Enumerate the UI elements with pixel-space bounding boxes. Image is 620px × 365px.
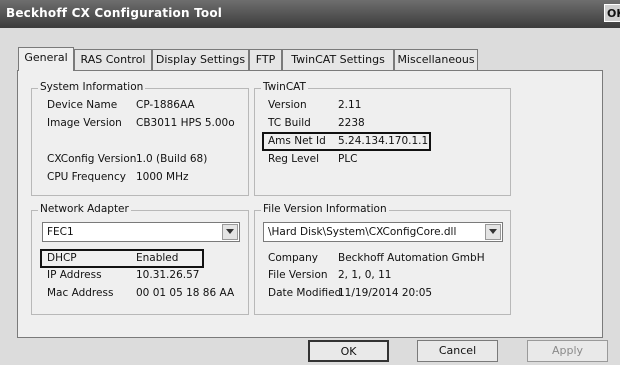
title-ok-button[interactable]: OK	[604, 4, 620, 22]
network-adapter-group: Network Adapter FEC1 DHCP Enabled IP Add…	[31, 203, 249, 315]
company-label: Company	[268, 252, 318, 264]
twincat-version-label: Version	[268, 99, 307, 111]
file-version-group: File Version Information \Hard Disk\Syst…	[254, 203, 511, 315]
ams-net-id-label: Ams Net Id	[268, 135, 326, 147]
file-version-title: File Version Information	[261, 203, 389, 215]
cpu-frequency-label: CPU Frequency	[47, 171, 126, 183]
tab-ftp[interactable]: FTP	[249, 49, 282, 70]
file-selected: \Hard Disk\System\CXConfigCore.dll	[268, 226, 457, 238]
cpu-frequency-value: 1000 MHz	[136, 171, 189, 183]
system-information-title: System Information	[38, 81, 146, 93]
tc-build-label: TC Build	[268, 117, 311, 129]
general-tab-panel: System Information Device Name CP-1886AA…	[17, 70, 603, 338]
device-name-label: Device Name	[47, 99, 118, 111]
mac-address-label: Mac Address	[47, 287, 114, 299]
tab-display-settings[interactable]: Display Settings	[152, 49, 249, 70]
reg-level-value: PLC	[338, 153, 358, 165]
date-modified-value: 11/19/2014 20:05	[338, 287, 433, 299]
dhcp-value: Enabled	[136, 252, 179, 264]
twincat-title: TwinCAT	[261, 81, 308, 93]
file-select[interactable]: \Hard Disk\System\CXConfigCore.dll	[263, 222, 503, 242]
chevron-down-icon[interactable]	[485, 224, 501, 240]
chevron-down-icon[interactable]	[222, 224, 238, 240]
tab-general[interactable]: General	[18, 47, 74, 71]
ip-address-value: 10.31.26.57	[136, 269, 200, 281]
twincat-group: TwinCAT Version 2.11 TC Build 2238 Ams N…	[254, 81, 511, 196]
network-adapter-select[interactable]: FEC1	[42, 222, 240, 242]
cxconfig-version-label: CXConfig Version	[47, 153, 137, 165]
twincat-version-value: 2.11	[338, 99, 362, 111]
cancel-button[interactable]: Cancel	[417, 340, 498, 362]
window-title: Beckhoff CX Configuration Tool	[6, 6, 223, 20]
network-adapter-selected: FEC1	[47, 226, 74, 238]
file-version-value: 2, 1, 0, 11	[338, 269, 392, 281]
dhcp-label: DHCP	[47, 252, 77, 264]
reg-level-label: Reg Level	[268, 153, 320, 165]
tab-miscellaneous[interactable]: Miscellaneous	[394, 49, 478, 70]
image-version-label: Image Version	[47, 117, 122, 129]
file-version-label: File Version	[268, 269, 328, 281]
tc-build-value: 2238	[338, 117, 365, 129]
mac-address-value: 00 01 05 18 86 AA	[136, 287, 235, 299]
tab-ras-control[interactable]: RAS Control	[74, 49, 152, 70]
image-version-value: CB3011 HPS 5.00o	[136, 117, 235, 129]
company-value: Beckhoff Automation GmbH	[338, 252, 485, 264]
title-bar: Beckhoff CX Configuration Tool OK	[0, 0, 620, 28]
ams-net-id-value: 5.24.134.170.1.1	[338, 135, 429, 147]
ip-address-label: IP Address	[47, 269, 102, 281]
cxconfig-version-value: 1.0 (Build 68)	[136, 153, 208, 165]
ok-button[interactable]: OK	[308, 340, 389, 362]
system-information-group: System Information Device Name CP-1886AA…	[31, 81, 249, 196]
network-adapter-title: Network Adapter	[38, 203, 131, 215]
apply-button[interactable]: Apply	[527, 340, 608, 362]
date-modified-label: Date Modified	[268, 287, 342, 299]
tab-twincat-settings[interactable]: TwinCAT Settings	[282, 49, 394, 70]
device-name-value: CP-1886AA	[136, 99, 195, 111]
